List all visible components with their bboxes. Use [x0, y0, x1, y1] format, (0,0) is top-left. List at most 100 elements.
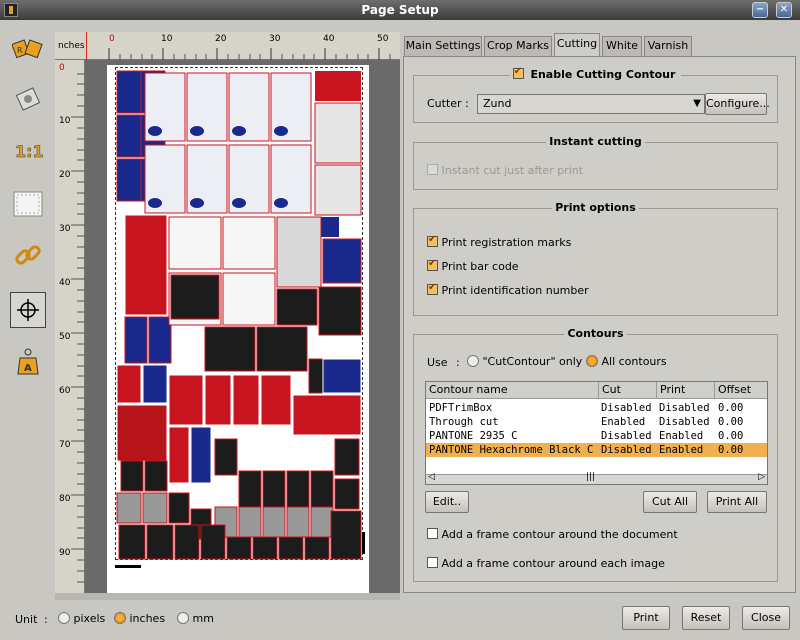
cutter-label: Cutter	[427, 97, 462, 110]
all-contours-radio[interactable]	[586, 355, 598, 367]
instant-cut-option[interactable]: Instant cut just after print	[427, 164, 583, 177]
frame-document-option[interactable]: Add a frame contour around the document	[427, 528, 678, 541]
print-cell: Disabled	[659, 416, 710, 428]
tab-crop-marks[interactable]: Crop Marks	[484, 36, 552, 56]
cutter-select-value: Zund	[483, 97, 512, 110]
scroll-right-icon[interactable]: ▷	[758, 472, 765, 482]
cutcontour-only-radio[interactable]	[467, 355, 479, 367]
cutter-select[interactable]: Zund ▼	[477, 94, 705, 114]
title-bar: Page Setup − ✕	[0, 0, 800, 20]
edit-button[interactable]: Edit..	[425, 491, 469, 513]
dropdown-arrow-icon: ▼	[693, 98, 701, 109]
column-header-contour-name[interactable]: Contour name	[426, 382, 599, 399]
cutcontour-only-option[interactable]: "CutContour" only	[467, 355, 582, 368]
use-separator: :	[456, 356, 460, 369]
tool-sidebar: R 1:1 A	[0, 20, 55, 600]
use-label: Use	[427, 356, 448, 369]
print-all-button[interactable]: Print All	[707, 491, 767, 513]
contours-title: Contours	[564, 327, 627, 340]
tab-white[interactable]: White	[602, 36, 642, 56]
close-button[interactable]: Close	[742, 606, 790, 630]
print-registration-option[interactable]: Print registration marks	[427, 234, 571, 249]
all-contours-option[interactable]: All contours	[586, 355, 667, 368]
contour-name-cell: PDFTrimBox	[429, 402, 493, 414]
instant-cut-checkbox[interactable]	[427, 164, 438, 175]
scale-1-1-tool[interactable]: 1:1	[10, 134, 46, 170]
print-cell: Disabled	[659, 402, 710, 414]
print-barcode-checkbox[interactable]	[427, 258, 438, 271]
print-registration-checkbox[interactable]	[427, 234, 438, 247]
table-horizontal-scrollbar[interactable]: ◁ ||| ▷	[426, 472, 767, 484]
unit-mm-label: mm	[192, 612, 214, 625]
table-row[interactable]: PDFTrimBox Disabled Disabled 0.00	[426, 401, 767, 415]
page-frame-icon	[13, 191, 43, 217]
unit-pixels-radio[interactable]	[58, 612, 70, 624]
frame-image-option[interactable]: Add a frame contour around each image	[427, 557, 665, 570]
scroll-left-icon[interactable]: ◁	[428, 472, 435, 482]
frame-document-checkbox[interactable]	[427, 528, 438, 539]
registration-tool[interactable]	[10, 292, 46, 328]
print-cell: Enabled	[659, 444, 704, 456]
close-window-button[interactable]: ✕	[776, 2, 792, 18]
weight-icon: A	[17, 348, 39, 375]
print-id-number-checkbox[interactable]	[427, 282, 438, 295]
scroll-grip-icon[interactable]: |||	[586, 472, 595, 482]
page-preview-canvas[interactable]	[85, 60, 400, 593]
cut-cell: Disabled	[601, 402, 652, 414]
ruler-h-tick-label: 50	[377, 34, 389, 44]
print-button[interactable]: Print	[622, 606, 670, 630]
column-header-cut[interactable]: Cut	[599, 382, 657, 399]
unit-pixels-option[interactable]: pixels	[58, 612, 105, 625]
cut-all-button[interactable]: Cut All	[643, 491, 697, 513]
page-corner-mark	[115, 565, 141, 568]
instant-cut-label: Instant cut just after print	[441, 164, 584, 177]
tab-main-settings[interactable]: Main Settings	[404, 36, 482, 56]
rotate-tool[interactable]	[10, 82, 46, 118]
table-row-selected[interactable]: PANTONE Hexachrome Black C Disabled Enab…	[426, 443, 767, 457]
configure-button[interactable]: Configure...	[705, 93, 770, 115]
window-title: Page Setup	[361, 3, 439, 17]
footer-bar: Unit : pixels inches mm Print Reset Clos…	[0, 600, 800, 640]
column-header-offset[interactable]: Offset	[715, 382, 767, 399]
tab-varnish[interactable]: Varnish	[644, 36, 692, 56]
ruler-h-tick-label: 30	[269, 34, 281, 44]
cut-cell: Enabled	[601, 416, 646, 428]
print-options-title: Print options	[552, 201, 639, 214]
unit-mm-option[interactable]: mm	[177, 612, 214, 625]
page-corner-mark	[362, 532, 365, 554]
column-header-print[interactable]: Print	[657, 382, 715, 399]
ruler-h-tick-label: 40	[323, 34, 335, 44]
table-row[interactable]: PANTONE 2935 C Disabled Enabled 0.00	[426, 429, 767, 443]
unit-mm-radio[interactable]	[177, 612, 189, 624]
unit-inches-option[interactable]: inches	[114, 612, 165, 625]
frame-document-label: Add a frame contour around the document	[441, 528, 678, 541]
link-tool[interactable]	[10, 238, 46, 274]
enable-cutting-checkbox[interactable]	[512, 66, 524, 79]
unit-inches-radio[interactable]	[114, 612, 126, 624]
flip-tool[interactable]: R	[10, 32, 46, 68]
weight-tool[interactable]: A	[10, 344, 46, 380]
cutcontour-only-label: "CutContour" only	[482, 355, 583, 368]
minimize-button[interactable]: −	[752, 2, 768, 18]
print-id-number-label: Print identification number	[441, 284, 589, 297]
page-frame-tool[interactable]	[10, 186, 46, 222]
scale-icon: 1:1	[15, 142, 43, 162]
reset-button[interactable]: Reset	[682, 606, 730, 630]
print-id-number-option[interactable]: Print identification number	[427, 282, 589, 297]
cut-cell: Disabled	[601, 430, 652, 442]
rotate-icon	[15, 87, 41, 111]
offset-cell: 0.00	[718, 430, 744, 442]
contour-name-cell: PANTONE 2935 C	[429, 430, 518, 442]
table-row[interactable]: Through cut Enabled Disabled 0.00	[426, 415, 767, 429]
tab-cutting[interactable]: Cutting	[554, 33, 600, 57]
contours-table[interactable]: Contour name Cut Print Offset PDFTrimBox…	[425, 381, 768, 485]
svg-text:R: R	[17, 46, 23, 55]
flip-icon: R	[12, 39, 43, 59]
frame-image-checkbox[interactable]	[427, 557, 438, 568]
cutter-separator: :	[465, 97, 469, 110]
ruler-h-tick-label: 20	[215, 34, 227, 44]
print-barcode-option[interactable]: Print bar code	[427, 258, 519, 273]
horizontal-ruler: nches 0 10 20 30 40 50	[55, 32, 400, 60]
offset-cell: 0.00	[718, 416, 744, 428]
offset-cell: 0.00	[718, 402, 744, 414]
